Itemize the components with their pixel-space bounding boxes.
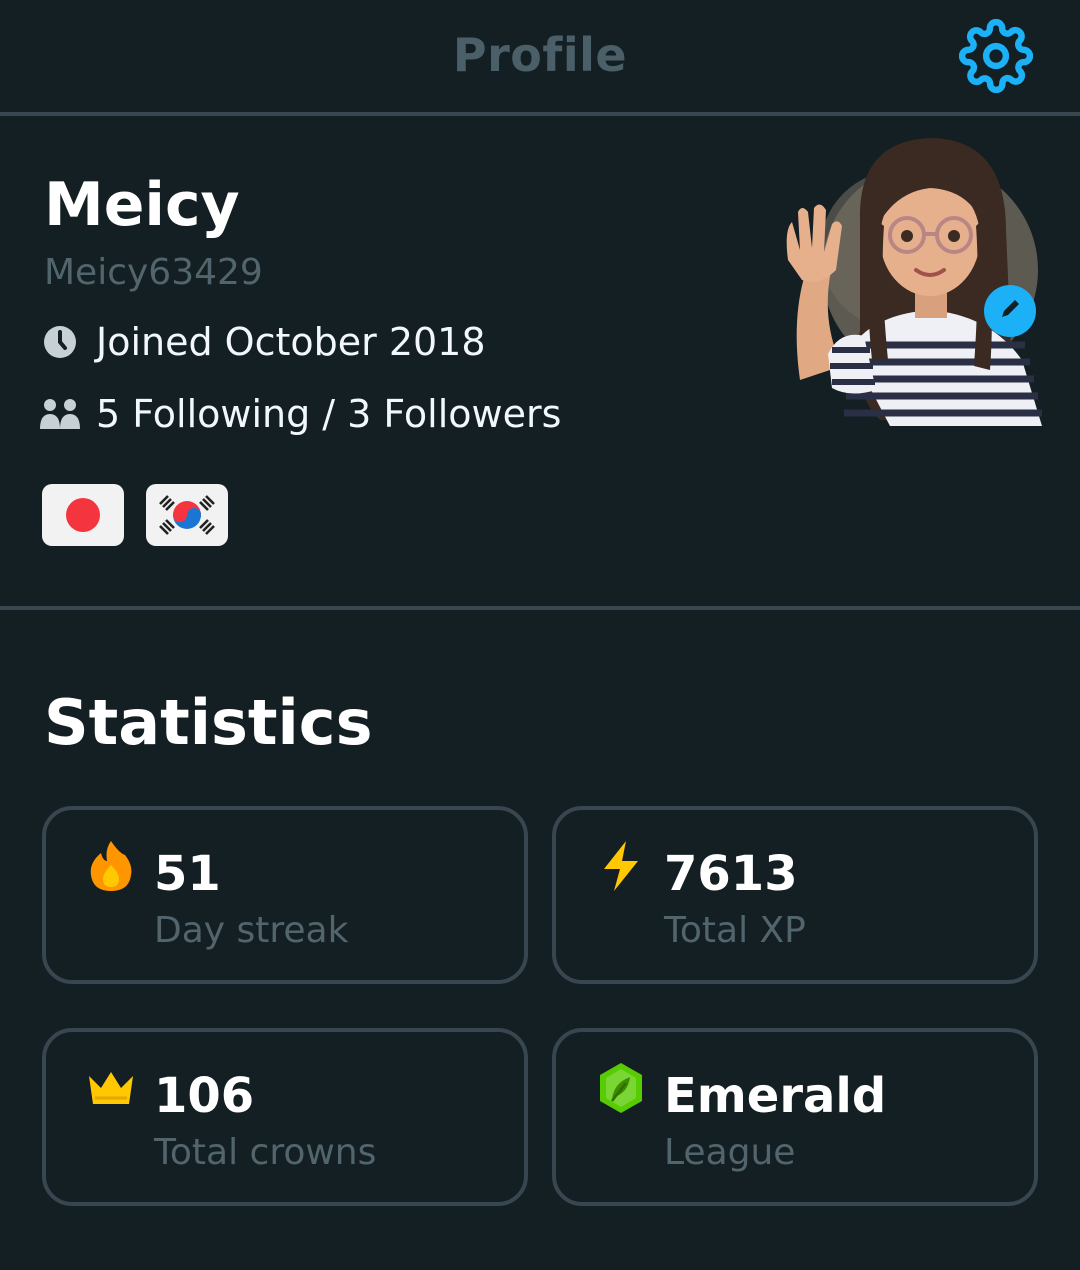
follow-row[interactable]: 5 Following / 3 Followers [40, 392, 561, 436]
streak-label: Day streak [154, 910, 349, 951]
stat-card-streak: 51 Day streak [42, 806, 528, 984]
league-label: League [664, 1132, 796, 1173]
clock-icon [40, 322, 80, 362]
course-flags [42, 484, 228, 546]
settings-button[interactable] [954, 16, 1038, 100]
flame-icon [86, 838, 136, 894]
stat-card-crowns: 106 Total crowns [42, 1028, 528, 1206]
waving-avatar-image [786, 138, 1042, 426]
south-korea-flag[interactable] [146, 484, 228, 546]
japan-flag[interactable] [42, 484, 124, 546]
xp-value: 7613 [664, 846, 798, 902]
pencil-icon [996, 295, 1024, 327]
gear-icon [958, 18, 1034, 97]
joined-date: Joined October 2018 [96, 320, 486, 364]
crowns-label: Total crowns [154, 1132, 377, 1173]
crowns-value: 106 [154, 1068, 255, 1124]
page-title: Profile [452, 28, 628, 82]
profile-avatar[interactable] [780, 130, 1050, 430]
xp-label: Total XP [664, 910, 806, 951]
crown-icon [86, 1060, 136, 1116]
username: Meicy63429 [44, 252, 263, 293]
lightning-icon [596, 838, 646, 894]
people-icon [40, 394, 80, 434]
emerald-league-icon [596, 1060, 646, 1116]
edit-avatar-button[interactable] [984, 285, 1036, 337]
statistics-heading: Statistics [44, 686, 373, 759]
follow-counts: 5 Following / 3 Followers [96, 392, 562, 436]
profile-section: Meicy Meicy63429 Joined October 2018 5 F… [0, 120, 1080, 610]
display-name: Meicy [44, 170, 240, 240]
stat-card-xp: 7613 Total XP [552, 806, 1038, 984]
league-value: Emerald [664, 1068, 887, 1124]
streak-value: 51 [154, 846, 221, 902]
top-bar: Profile [0, 0, 1080, 116]
joined-row: Joined October 2018 [40, 320, 486, 364]
stat-card-league[interactable]: Emerald League [552, 1028, 1038, 1206]
